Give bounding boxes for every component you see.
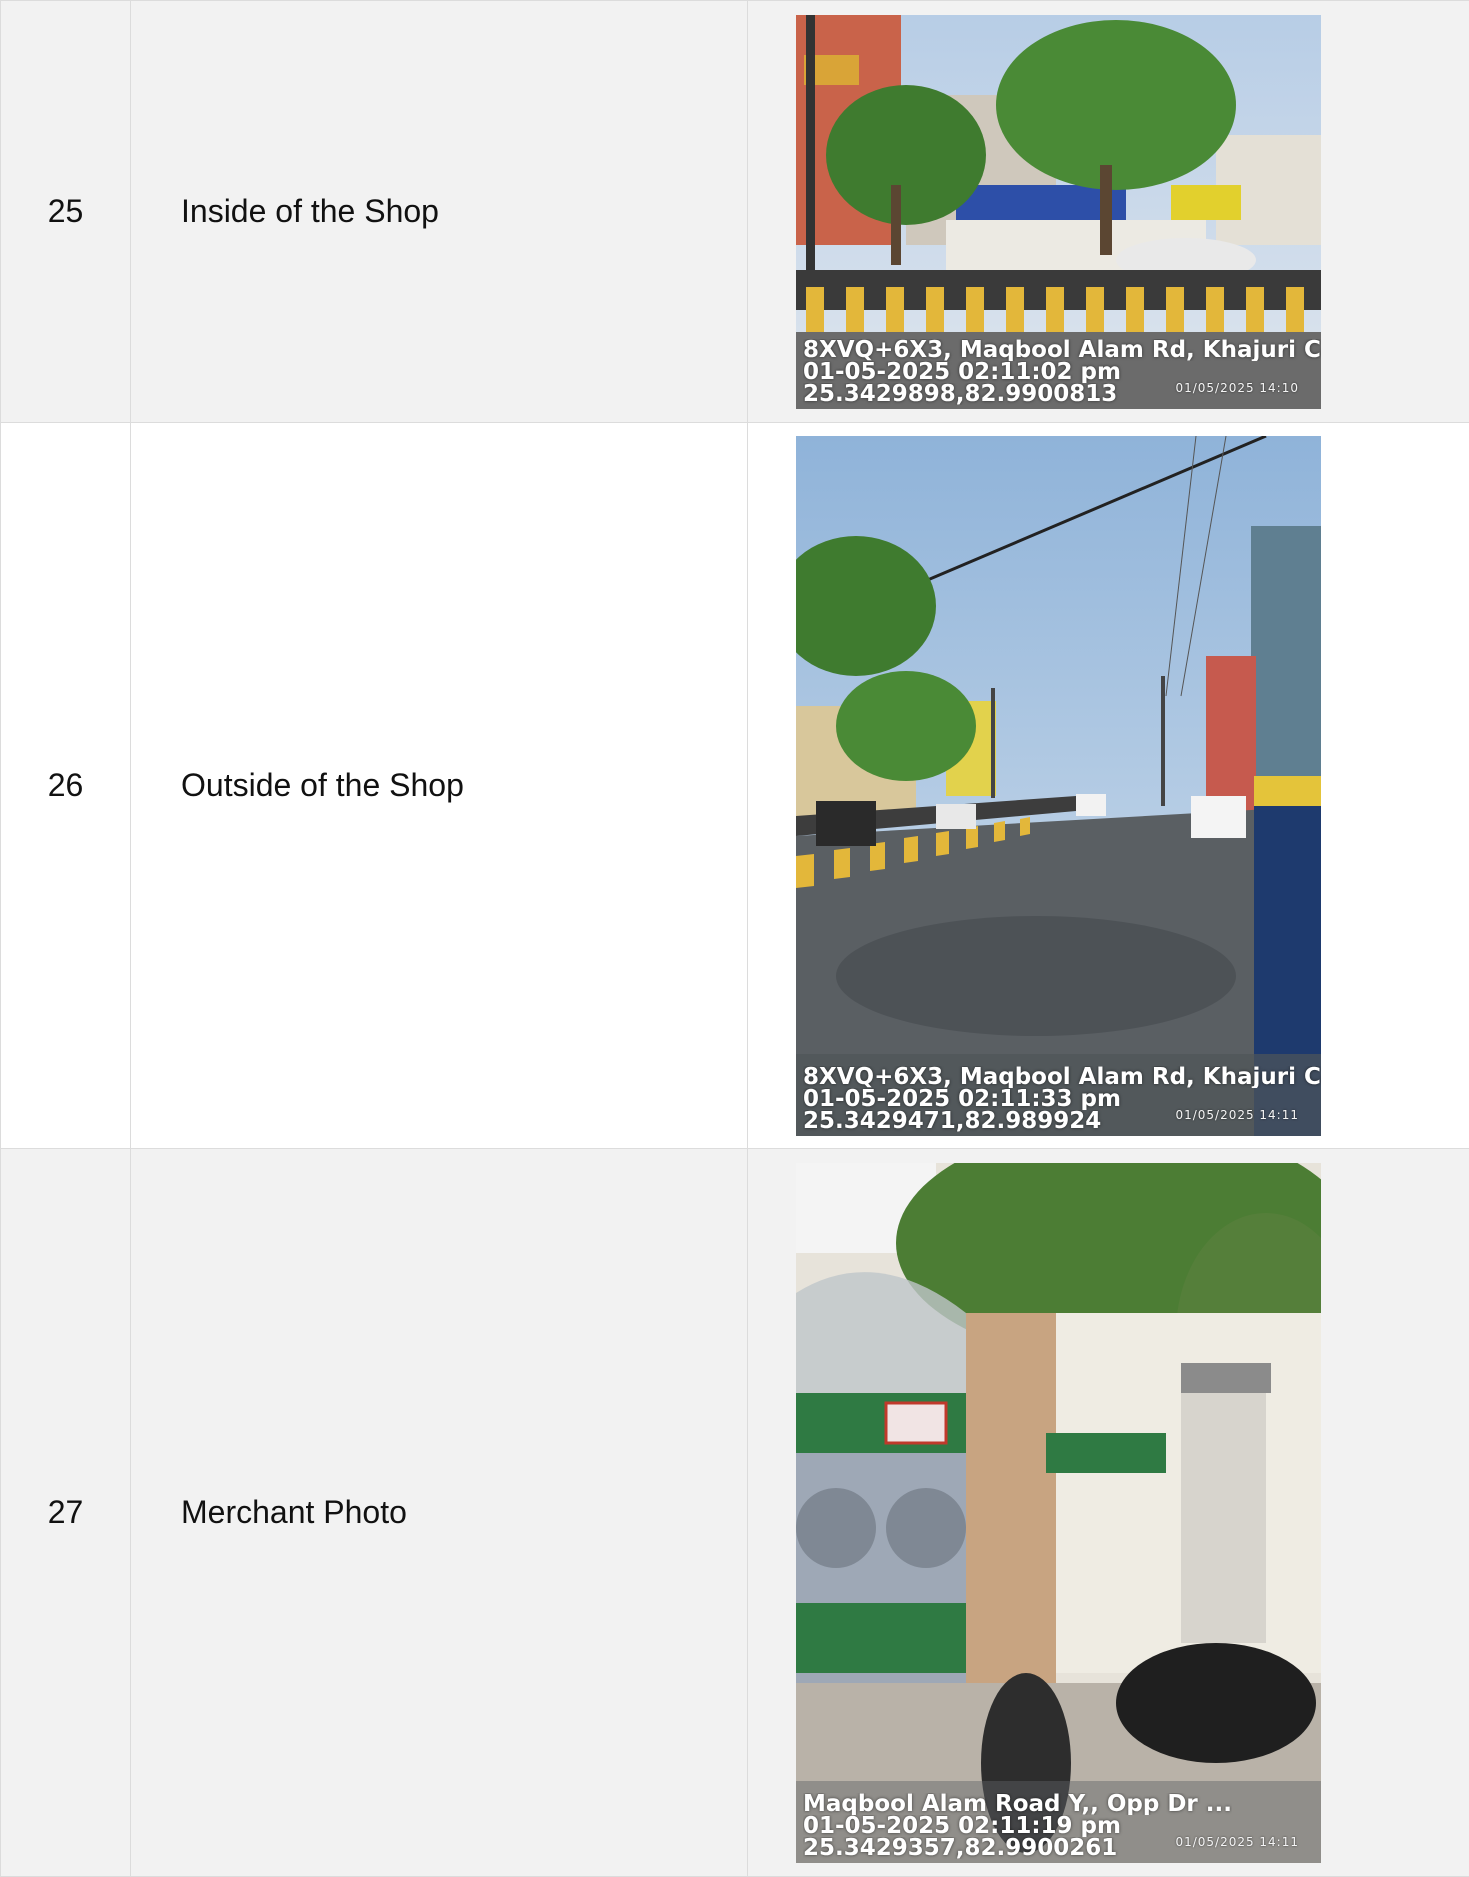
shop-inside-photo[interactable]: 8XVQ+6X3, Maqbool Alam Rd, Khajuri Colon… — [796, 15, 1321, 409]
overlay-coordinates: 25.3429357,82.9900261 — [803, 1837, 1232, 1859]
table-row: 25 Inside of the Shop — [1, 1, 1469, 423]
photo-cell: 8XVQ+6X3, Maqbool Alam Rd, Khajuri Colon… — [748, 1, 1469, 423]
overlay-address: 8XVQ+6X3, Maqbool Alam Rd, Khajuri Colon… — [803, 1066, 1321, 1088]
overlay-datetime: 01-05-2025 02:11:02 pm — [803, 361, 1321, 383]
merchant-photo[interactable]: Maqbool Alam Road Y,, Opp Dr ... 01-05-2… — [796, 1163, 1321, 1863]
gate-scene-image — [796, 1163, 1321, 1863]
row-number: 25 — [1, 1, 131, 423]
photo-geo-overlay: Maqbool Alam Road Y,, Opp Dr ... 01-05-2… — [803, 1793, 1232, 1859]
table-row: 26 Outside of the Shop — [1, 423, 1469, 1149]
row-number: 27 — [1, 1149, 131, 1877]
shop-outside-photo[interactable]: 8XVQ+6X3, Maqbool Alam Rd, Khajuri Colon… — [796, 436, 1321, 1136]
photo-cell: 8XVQ+6X3, Maqbool Alam Rd, Khajuri Colon… — [748, 423, 1469, 1149]
row-number: 26 — [1, 423, 131, 1149]
photo-timestamp: 01/05/2025 14:11 — [1175, 1108, 1299, 1122]
photo-report-table: 25 Inside of the Shop — [0, 0, 1469, 1877]
road-scene-image — [796, 436, 1321, 1136]
row-label: Outside of the Shop — [131, 423, 748, 1149]
row-label: Merchant Photo — [131, 1149, 748, 1877]
overlay-datetime: 01-05-2025 02:11:33 pm — [803, 1088, 1321, 1110]
photo-timestamp: 01/05/2025 14:11 — [1175, 1835, 1299, 1849]
photo-cell: Maqbool Alam Road Y,, Opp Dr ... 01-05-2… — [748, 1149, 1469, 1877]
row-label: Inside of the Shop — [131, 1, 748, 423]
overlay-datetime: 01-05-2025 02:11:19 pm — [803, 1815, 1232, 1837]
overlay-address: 8XVQ+6X3, Maqbool Alam Rd, Khajuri Colon — [803, 339, 1321, 361]
photo-timestamp: 01/05/2025 14:10 — [1175, 381, 1299, 395]
table-row: 27 Merchant Photo — [1, 1149, 1469, 1877]
overlay-address: Maqbool Alam Road Y,, Opp Dr ... — [803, 1793, 1232, 1815]
